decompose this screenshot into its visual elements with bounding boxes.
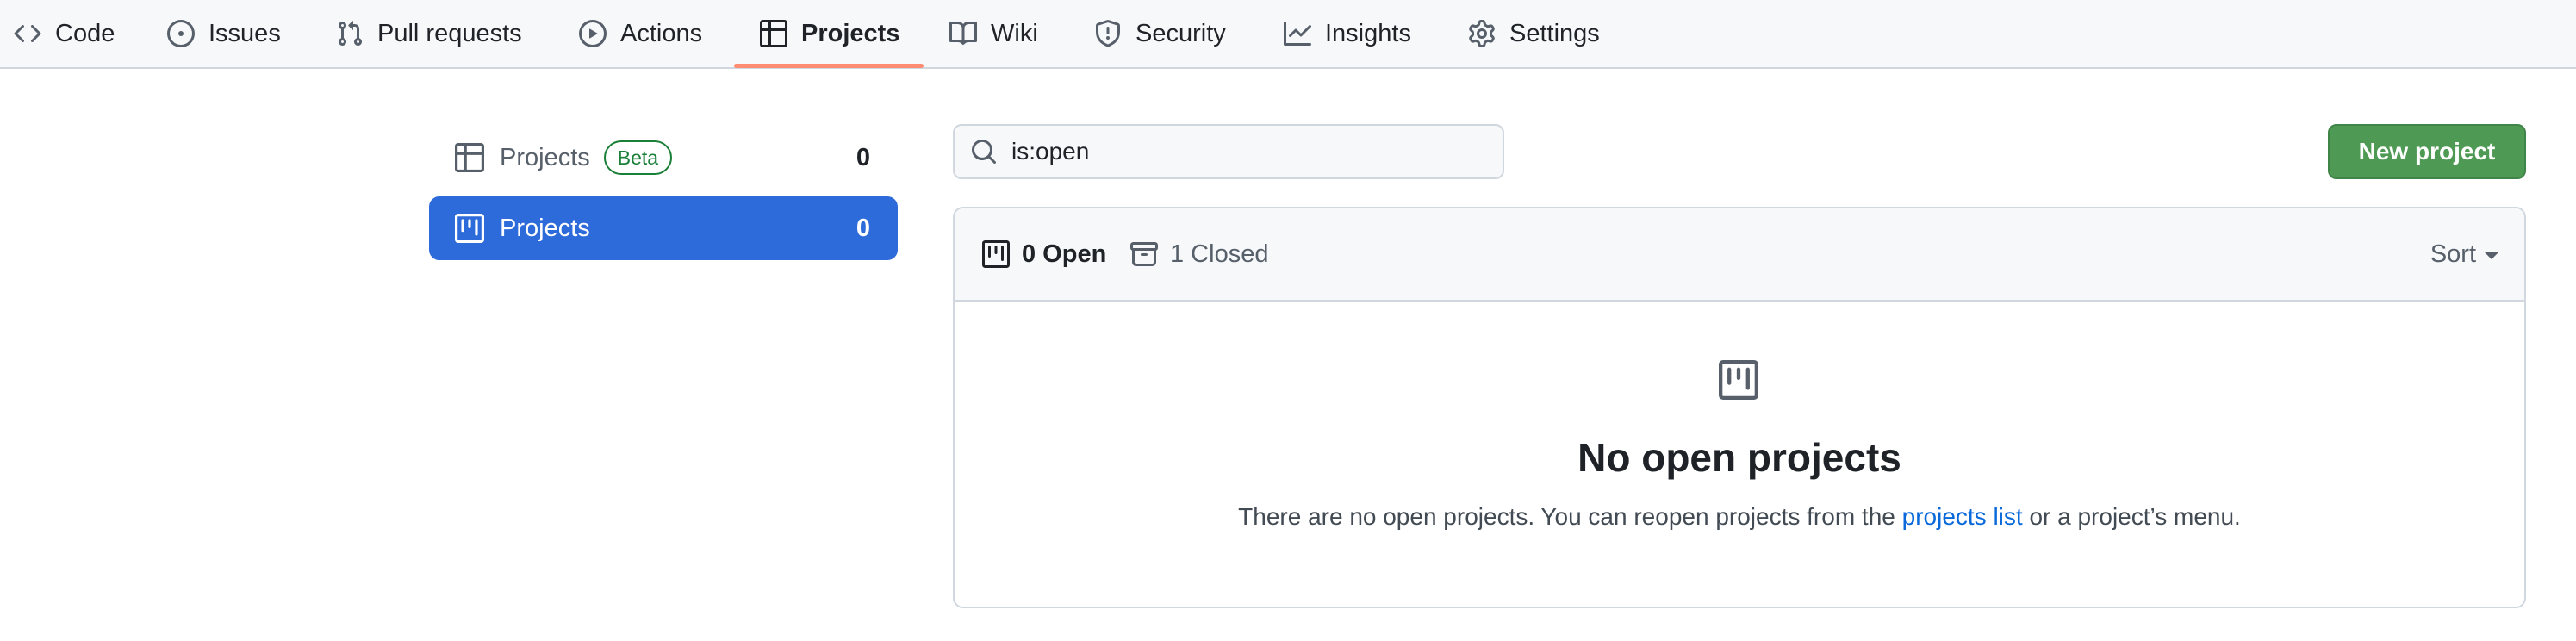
code-icon (14, 24, 41, 43)
sort-dropdown[interactable]: Sort (2430, 208, 2498, 300)
sidebar-item-count: 0 (856, 143, 870, 171)
projects-list-link[interactable]: projects list (1902, 503, 2023, 530)
tab-label: Insights (1325, 19, 1411, 47)
empty-state-text-after: or a project’s menu. (2022, 503, 2241, 530)
gear-icon (1469, 20, 1495, 47)
open-count-label: 0 Open (1022, 240, 1107, 268)
tab-insights[interactable]: Insights (1284, 0, 1411, 67)
empty-state-text: There are no open projects. You can reop… (953, 503, 2526, 531)
tab-projects[interactable]: Projects (760, 0, 899, 67)
projects-box-header: 0 Open 1 Closed Sort (955, 208, 2524, 302)
search-input[interactable] (1011, 126, 1494, 177)
tab-label: Issues (208, 19, 281, 47)
beta-badge: Beta (603, 140, 673, 175)
tab-label: Actions (620, 19, 703, 47)
tab-label: Settings (1509, 19, 1600, 47)
new-project-button[interactable]: New project (2328, 124, 2526, 179)
book-icon (949, 21, 977, 45)
issue-opened-icon (167, 20, 195, 47)
projects-box: 0 Open 1 Closed Sort (953, 207, 2526, 608)
sidebar-item-count: 0 (856, 214, 870, 242)
tab-actions[interactable]: Actions (579, 0, 702, 67)
search-icon (972, 140, 997, 165)
sidebar-item-projects-beta[interactable]: Projects Beta 0 (429, 126, 898, 190)
project-icon (455, 214, 484, 243)
sidebar-item-label: Projects (500, 143, 590, 171)
table-icon (455, 143, 484, 172)
tab-label: Wiki (991, 19, 1038, 47)
project-icon (982, 240, 1010, 268)
sort-label: Sort (2430, 240, 2476, 268)
empty-state-text-before: There are no open projects. You can reop… (1238, 503, 1902, 530)
closed-count-label: 1 Closed (1170, 240, 1269, 268)
open-projects-filter[interactable]: 0 Open (982, 208, 1106, 300)
graph-icon (1284, 22, 1311, 46)
tab-label: Security (1136, 19, 1226, 47)
selected-tab-underline (734, 64, 924, 68)
search-box[interactable] (953, 124, 1504, 179)
tab-security[interactable]: Security (1094, 0, 1226, 67)
project-icon (1719, 360, 1758, 400)
tab-code[interactable]: Code (14, 0, 115, 67)
sidebar-item-label: Projects (500, 214, 590, 242)
tab-issues[interactable]: Issues (167, 0, 281, 67)
empty-state-title: No open projects (1577, 435, 1901, 480)
repo-nav: Code Issues Pull requests Actions Projec… (0, 0, 2576, 69)
play-icon (579, 20, 607, 47)
shield-icon (1096, 20, 1120, 47)
table-icon (760, 20, 787, 47)
archive-icon (1130, 242, 1158, 266)
git-pull-request-icon (338, 21, 363, 47)
sidebar-item-projects-classic[interactable]: Projects 0 (429, 196, 898, 260)
tab-label: Projects (801, 19, 900, 47)
tab-settings[interactable]: Settings (1468, 0, 1600, 67)
tab-label: Code (55, 19, 115, 47)
tab-pull-requests[interactable]: Pull requests (336, 0, 522, 67)
tab-wiki[interactable]: Wiki (949, 0, 1038, 67)
caret-down-icon (2485, 252, 2498, 259)
closed-projects-filter[interactable]: 1 Closed (1130, 208, 1268, 300)
tab-label: Pull requests (377, 19, 522, 47)
